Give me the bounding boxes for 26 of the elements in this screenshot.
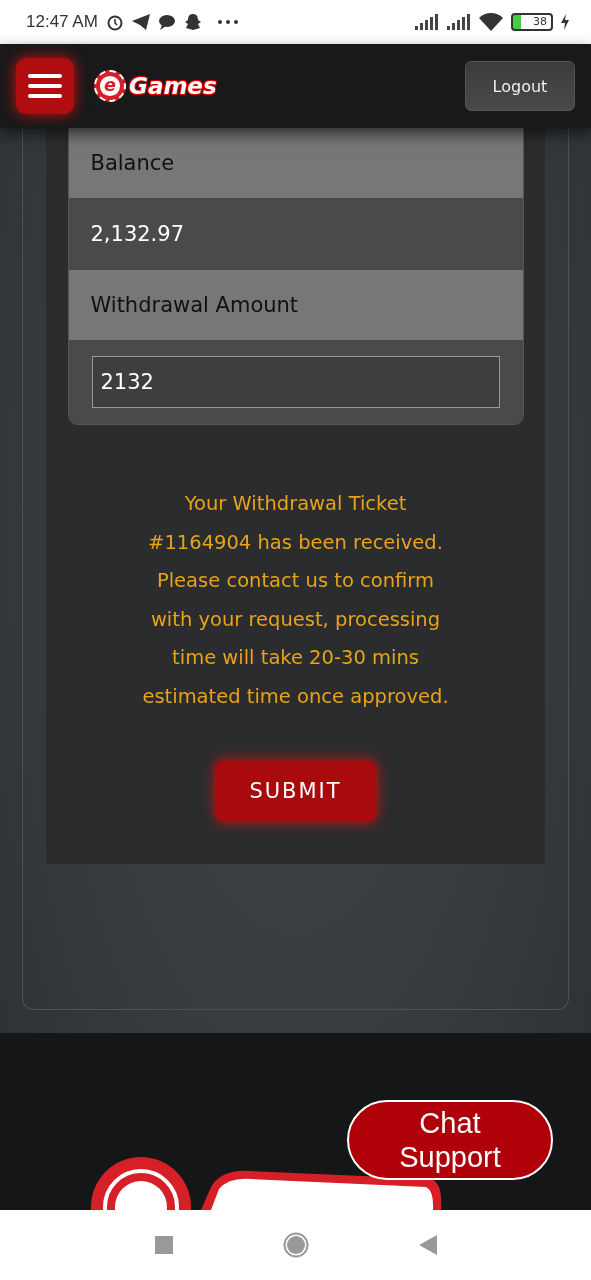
ghost-icon xyxy=(183,13,202,31)
alarm-icon xyxy=(105,13,124,31)
recents-icon[interactable] xyxy=(154,1236,173,1254)
signal-icon xyxy=(415,14,439,30)
submit-button[interactable]: SUBMIT xyxy=(215,760,376,821)
confirmation-message: Your Withdrawal Ticket #1164904 has been received. Please contact us to confirm with your request, processing time will take 20-30 mins estimated time once approved. xyxy=(142,491,449,710)
menu-icon xyxy=(28,74,62,98)
chat-support-button[interactable]: Chat Support xyxy=(347,1100,553,1180)
signal-icon xyxy=(447,14,471,30)
amount-field[interactable]: 2132 xyxy=(91,356,500,408)
status-time: 12:47 AM xyxy=(26,12,98,32)
amount-label: Withdrawal Amount xyxy=(68,270,523,340)
balance-label: Balance xyxy=(68,128,523,198)
battery-icon: 38 xyxy=(511,13,553,31)
more-icon xyxy=(217,20,238,24)
logo-chip: e xyxy=(94,70,126,102)
logout-button[interactable]: Logout xyxy=(465,61,575,111)
chat-icon xyxy=(157,14,176,30)
balance-value: 2,132.97 xyxy=(68,198,523,270)
back-icon[interactable] xyxy=(418,1235,437,1255)
charging-icon xyxy=(561,14,569,30)
send-icon xyxy=(131,14,150,30)
logo-text: Games xyxy=(129,73,217,99)
home-icon[interactable] xyxy=(282,1232,309,1258)
wifi-icon xyxy=(479,13,503,31)
menu-button[interactable] xyxy=(16,58,74,114)
